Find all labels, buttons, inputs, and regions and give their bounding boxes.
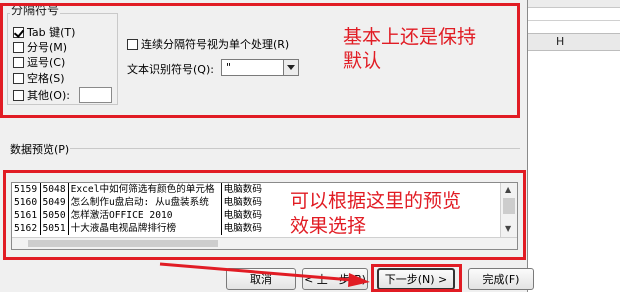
- column-header-label: H: [556, 35, 565, 48]
- table-cell: 5048: [40, 183, 69, 196]
- preview-vertical-scrollbar[interactable]: ▲ ▼: [500, 183, 517, 237]
- scrollbar-thumb[interactable]: [503, 198, 515, 214]
- annotation-text: 可以根据这里的预览: [290, 190, 462, 212]
- data-preview-label: 数据预览(P): [10, 143, 70, 156]
- table-cell: 5050: [40, 209, 69, 222]
- checkbox-box-icon[interactable]: [13, 72, 24, 84]
- excel-sheet-background: H: [527, 0, 620, 292]
- checkbox-box-icon[interactable]: [13, 41, 24, 53]
- checkbox-box-icon[interactable]: [13, 89, 24, 101]
- other-separator-input[interactable]: [79, 87, 112, 103]
- table-row: 5162 5051 十大液晶电视品牌排行榜 电脑数码: [12, 222, 281, 235]
- checkbox-label: 空格(S): [27, 72, 65, 85]
- table-cell: 5161: [12, 209, 41, 222]
- table-row: 5161 5050 怎样激活OFFICE 2010 电脑数码: [12, 209, 281, 222]
- checkbox-box-icon[interactable]: [127, 38, 138, 50]
- comma-separator-checkbox[interactable]: 逗号(C): [13, 55, 65, 69]
- preview-horizontal-scrollbar[interactable]: [12, 237, 517, 249]
- annotation-text: 默认: [343, 50, 382, 72]
- table-cell: 电脑数码: [223, 197, 262, 208]
- excel-column-header[interactable]: H: [528, 33, 620, 51]
- cancel-button[interactable]: 取消: [226, 268, 296, 290]
- tab-separator-checkbox[interactable]: Tab 键(T): [13, 25, 75, 39]
- table-cell: 电脑数码: [223, 184, 262, 195]
- chevron-up-icon: ▲: [505, 185, 512, 194]
- table-cell: 5160: [12, 196, 41, 209]
- excel-toolbar-strip: [528, 0, 620, 8]
- table-cell: 5159: [12, 183, 41, 196]
- table-cell: 电脑数码: [223, 210, 262, 221]
- semicolon-separator-checkbox[interactable]: 分号(M): [13, 40, 67, 54]
- table-row: 5160 5049 怎么制作u盘启动: 从u盘装系统 电脑数码: [12, 196, 281, 209]
- checkbox-label: 其他(O):: [27, 89, 70, 102]
- table-cell: 十大液晶电视品牌排行榜: [68, 222, 222, 235]
- back-button[interactable]: < 上一步(B): [302, 268, 368, 290]
- checkbox-label: 逗号(C): [27, 56, 66, 69]
- finish-button[interactable]: 完成(F): [468, 268, 534, 290]
- text-qualifier-label: 文本识别符号(Q):: [127, 63, 214, 76]
- text-qualifier-select[interactable]: ": [221, 59, 299, 76]
- divider: [70, 148, 520, 149]
- text-qualifier-value: ": [226, 61, 232, 74]
- table-cell: Excel中如何筛选有颜色的单元格: [68, 183, 222, 196]
- table-cell: 怎样激活OFFICE 2010: [68, 209, 222, 222]
- table-cell: 5051: [40, 222, 69, 235]
- checkbox-checked-icon[interactable]: [13, 26, 24, 38]
- scroll-down-button[interactable]: ▼: [502, 223, 517, 236]
- scroll-up-button[interactable]: ▲: [502, 184, 517, 197]
- scrollbar-thumb[interactable]: [28, 240, 218, 247]
- space-separator-checkbox[interactable]: 空格(S): [13, 71, 65, 85]
- table-row: 5159 5048 Excel中如何筛选有颜色的单元格 电脑数码: [12, 183, 281, 196]
- checkbox-box-icon[interactable]: [13, 56, 24, 68]
- table-cell: 怎么制作u盘启动: 从u盘装系统: [68, 196, 222, 209]
- checkbox-label: Tab 键(T): [27, 26, 76, 39]
- table-cell: 5162: [12, 222, 41, 235]
- chevron-down-icon[interactable]: [283, 60, 298, 75]
- checkbox-label: 分号(M): [27, 41, 68, 54]
- checkbox-label: 连续分隔符号视为单个处理(R): [141, 38, 290, 51]
- preview-table: 5159 5048 Excel中如何筛选有颜色的单元格 电脑数码 5160 50…: [12, 183, 281, 235]
- table-cell: 电脑数码: [223, 223, 262, 234]
- consecutive-delimiters-checkbox[interactable]: 连续分隔符号视为单个处理(R): [127, 37, 289, 51]
- separator-group-legend: 分隔符号: [10, 1, 61, 18]
- chevron-down-icon: ▼: [505, 224, 512, 233]
- other-separator-checkbox[interactable]: 其他(O):: [13, 88, 70, 102]
- next-button[interactable]: 下一步(N) >: [377, 268, 455, 290]
- annotation-text: 效果选择: [290, 215, 367, 237]
- annotation-text: 基本上还是保持: [343, 26, 477, 48]
- table-cell: 5049: [40, 196, 69, 209]
- excel-gridline: [528, 20, 620, 21]
